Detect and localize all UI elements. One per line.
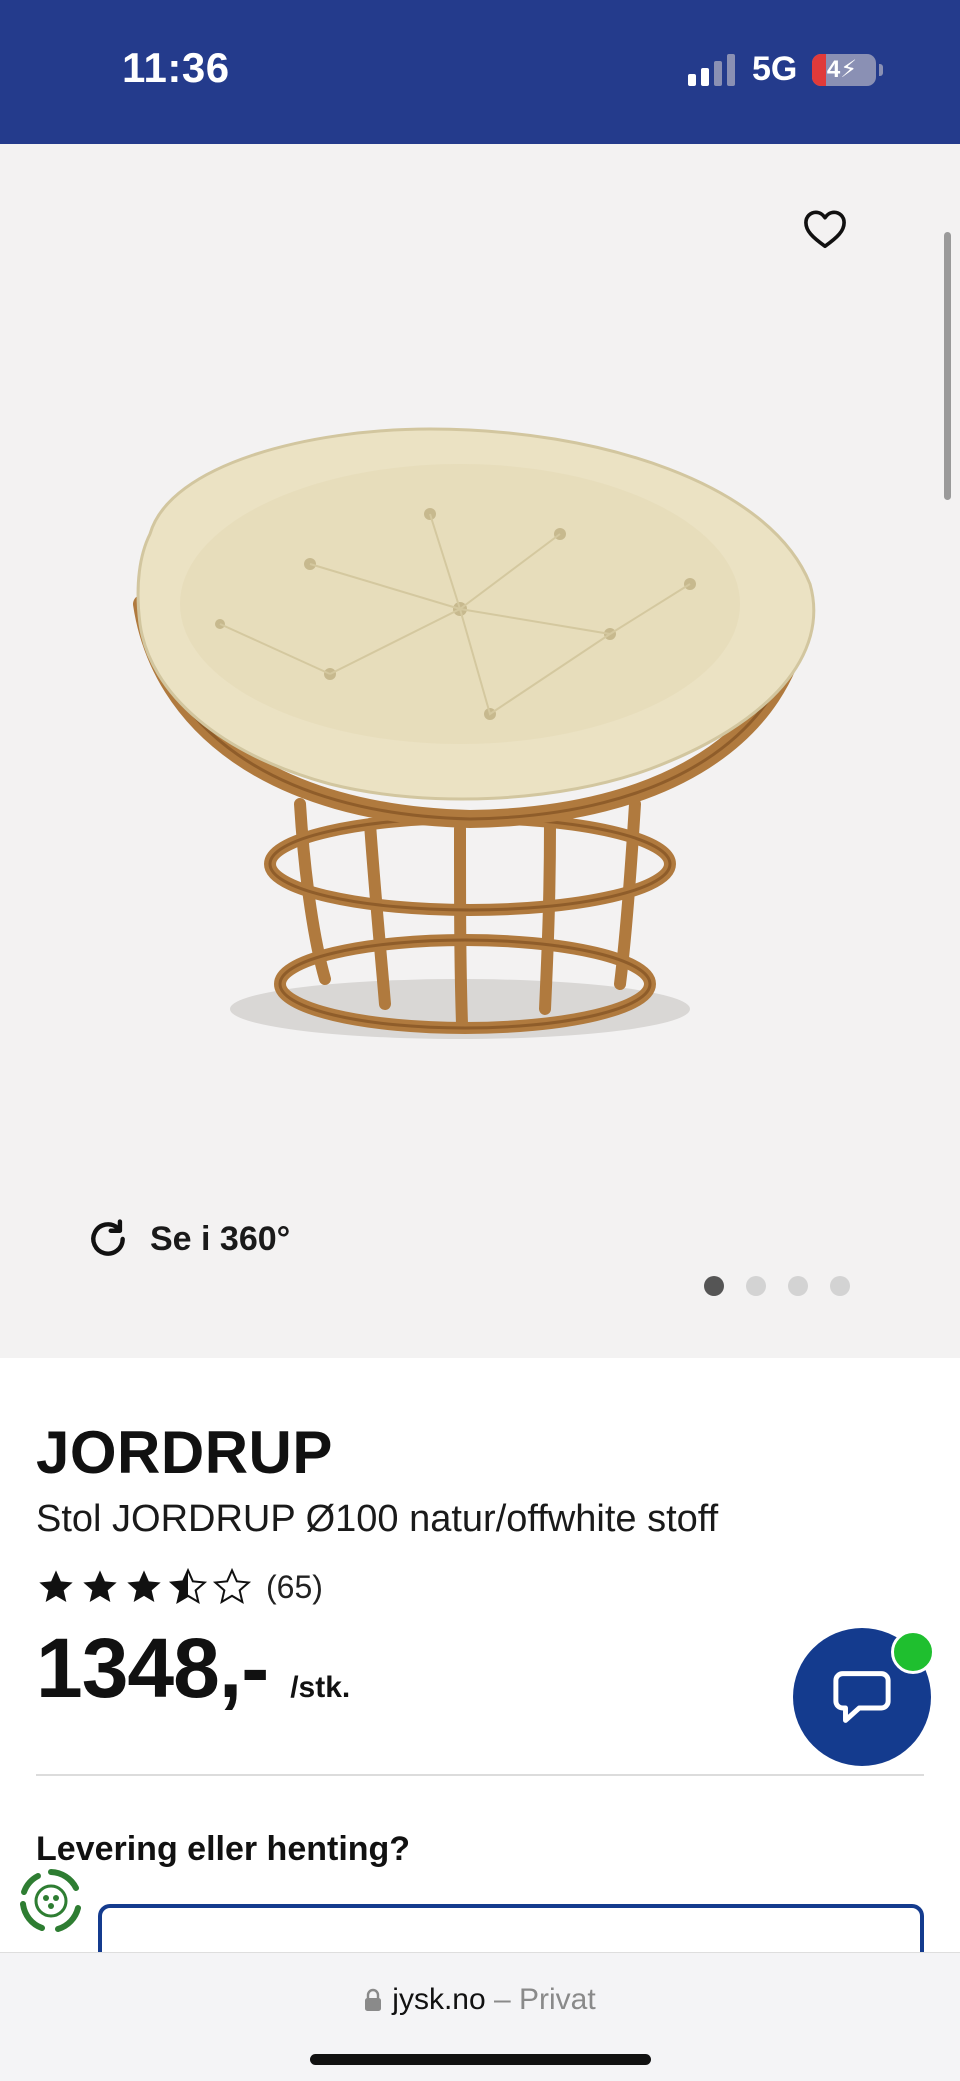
pagination-dot[interactable] [830,1276,850,1296]
status-time: 11:36 [122,44,230,91]
eco-recycle-icon[interactable] [14,1864,88,1938]
delivery-heading: Levering eller henting? [36,1830,411,1868]
product-brand: JORDRUP [36,1419,333,1486]
review-count[interactable]: (65) [266,1569,323,1606]
home-indicator[interactable] [310,2054,651,2065]
status-bar: 11:36 5G 4⚡ [0,0,960,144]
pagination-dot[interactable] [746,1276,766,1296]
url-domain: jysk.no [392,1983,486,2016]
product-rating[interactable]: (65) [36,1564,323,1610]
star-empty-icon [212,1567,252,1605]
star-filled-icon [83,1570,117,1602]
battery-level: 4 [826,56,841,83]
product-name: Stol JORDRUP Ø100 natur/offwhite stoff [36,1498,719,1540]
browser-address-bar[interactable]: jysk.no – Privat [0,1952,960,2081]
signal-strength-icon [688,54,738,86]
price-row: 1348,- /stk. [36,1620,350,1717]
pagination-dot[interactable] [788,1276,808,1296]
rating-stars [36,1567,252,1607]
image-pagination [704,1276,850,1296]
star-filled-icon [39,1570,73,1602]
lock-icon [365,1988,382,2011]
network-type: 5G [752,50,798,88]
rotate-icon [91,1219,125,1256]
heart-outline-icon [804,210,846,249]
pagination-dot[interactable] [704,1276,724,1296]
divider [36,1774,924,1776]
charging-bolt-icon: ⚡ [840,56,858,83]
favorite-button[interactable] [800,204,850,254]
star-half-icon [168,1567,208,1605]
price-unit: /stk. [290,1671,351,1704]
product-gallery[interactable]: Se i 360° [0,144,960,1358]
battery-cap [879,64,883,76]
product-price: 1348,- [36,1621,269,1715]
url-display[interactable]: jysk.no – Privat [0,1983,960,2017]
product-image-papasan-chair[interactable] [130,424,830,1064]
view-360-button[interactable]: Se i 360° [86,1214,290,1264]
battery-icon: 4⚡ [812,54,876,86]
private-mode-label: Privat [519,1983,596,2016]
chat-bubble-icon [833,1671,891,1723]
chat-online-indicator [891,1630,935,1674]
url-separator: – [485,1983,520,2016]
view-360-label: Se i 360° [150,1219,291,1258]
star-filled-icon [127,1570,161,1602]
scrollbar[interactable] [944,232,951,500]
